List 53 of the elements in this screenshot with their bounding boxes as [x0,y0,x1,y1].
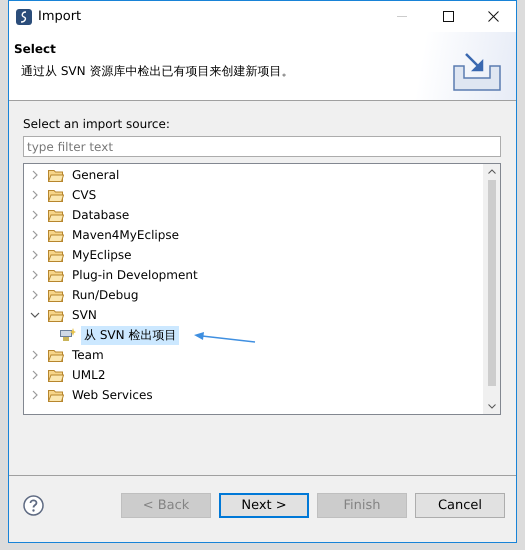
folder-icon [48,228,64,242]
tree-item[interactable]: General [69,167,122,183]
tree-item[interactable]: Database [69,207,132,223]
folder-icon [48,368,64,382]
tree-item[interactable]: Run/Debug [69,287,142,303]
page-description: 通过从 SVN 资源库中检出已有项目来创建新项目。 [21,63,294,80]
filter-field[interactable]: type filter text [23,136,501,157]
folder-icon [48,288,64,302]
folder-icon [48,388,64,402]
scrollbar[interactable] [483,164,500,414]
dialog-button[interactable]: Next > [219,492,309,518]
folder-icon [48,188,64,202]
folder-icon [48,268,64,282]
scroll-up-icon[interactable] [488,169,496,174]
folder-icon [48,308,64,322]
window-title: Import [38,9,82,24]
expand-chevron-icon[interactable] [30,170,40,180]
expand-chevron-icon[interactable] [30,270,40,280]
maximize-icon[interactable] [443,11,454,22]
tree-item[interactable]: 从 SVN 检出项目 [81,326,180,344]
folder-icon [48,248,64,262]
expand-chevron-icon[interactable] [30,290,40,300]
expand-chevron-icon[interactable] [30,190,40,200]
tree-item[interactable]: SVN [69,307,100,323]
source-label: Select an import source: [23,117,171,131]
tree-item[interactable]: Maven4MyEclipse [69,227,182,243]
expand-chevron-icon[interactable] [30,250,40,260]
expand-chevron-icon[interactable] [30,210,40,220]
folder-icon [48,348,64,362]
tree-item[interactable]: Team [69,347,107,363]
tree-item[interactable]: Web Services [69,387,156,403]
expand-chevron-icon[interactable] [30,350,40,360]
help-icon[interactable] [23,494,44,516]
folder-icon [48,168,64,182]
svn-checkout-icon [60,328,76,342]
collapse-chevron-icon[interactable] [30,310,40,320]
minimize-icon[interactable] [397,16,409,18]
app-icon [16,8,32,24]
folder-icon [48,208,64,222]
expand-chevron-icon[interactable] [30,390,40,400]
dialog-button[interactable]: Cancel [415,492,505,518]
close-icon[interactable] [488,11,499,22]
expand-chevron-icon[interactable] [30,230,40,240]
tree-item[interactable]: UML2 [69,367,108,383]
scrollbar-thumb[interactable] [488,180,496,386]
tree-item[interactable]: Plug-in Development [69,267,201,283]
page-title: Select [14,42,57,56]
import-tray-icon [452,52,502,92]
tree-item[interactable]: CVS [69,187,100,203]
tree-item[interactable]: MyEclipse [69,247,135,263]
expand-chevron-icon[interactable] [30,370,40,380]
annotation-arrow [194,332,256,344]
scroll-down-icon[interactable] [488,404,496,409]
